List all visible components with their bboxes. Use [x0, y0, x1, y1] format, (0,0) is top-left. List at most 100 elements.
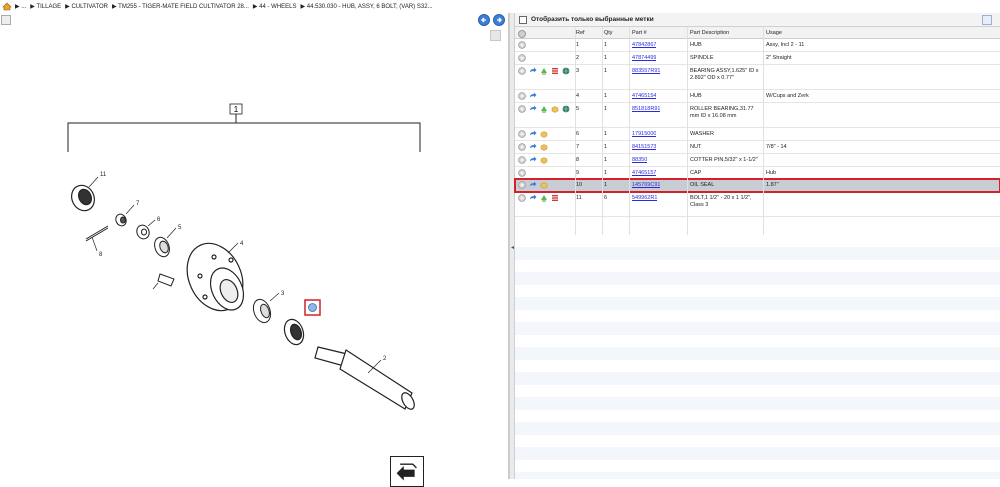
row-part-link[interactable]: 883557R91	[632, 68, 660, 75]
part-5-roller-bearing[interactable]: 5	[152, 225, 182, 259]
breadcrumb-item-wheels[interactable]: ▶ 44 - WHEELS	[253, 3, 297, 10]
part-4-hub[interactable]: 4	[177, 234, 254, 319]
arrow-link-icon[interactable]	[529, 194, 537, 202]
globe-icon[interactable]	[562, 67, 570, 75]
add-circle-icon[interactable]	[518, 105, 526, 113]
parts-list-pane: Отобразить только выбранные метки Ref Qt…	[514, 13, 1000, 479]
part-6-washer[interactable]: 6	[135, 217, 161, 241]
add-circle-icon[interactable]	[518, 169, 526, 177]
selected-callout-10[interactable]	[304, 299, 321, 316]
arrow-link-icon[interactable]	[529, 92, 537, 100]
header-part[interactable]: Part #	[632, 30, 647, 37]
navigate-back-button[interactable]	[390, 456, 424, 487]
table-row[interactable]: 11 6 549962R1 BOLT,1 1/2" - 20 x 1 1/2", Cl…	[515, 192, 1000, 217]
add-circle-icon[interactable]	[518, 54, 526, 62]
row-part-link[interactable]: 47465157	[632, 170, 656, 177]
row-qty: 6	[604, 195, 608, 201]
row-part-link[interactable]: 47842867	[632, 42, 656, 49]
part-7-nut[interactable]: 7	[114, 201, 140, 228]
part-11-bolt[interactable]	[152, 273, 175, 290]
header-usage[interactable]: Usage	[766, 30, 886, 37]
callout-1[interactable]: 1	[229, 103, 243, 115]
print-icon[interactable]	[1, 15, 11, 25]
list-icon[interactable]	[551, 67, 559, 75]
box-icon[interactable]	[540, 156, 548, 164]
add-circle-icon[interactable]	[518, 194, 526, 202]
row-description: OIL SEAL	[690, 182, 715, 188]
row-description: ROLLER BEARING,31.77 mm ID x 16.08 mm	[690, 106, 754, 119]
box-icon[interactable]	[540, 143, 548, 151]
add-circle-icon[interactable]	[518, 41, 526, 49]
add-circle-icon[interactable]	[518, 67, 526, 75]
table-row[interactable]: 2 1 47874499 SPINDLE 2" Straight	[515, 52, 1000, 65]
row-part-link[interactable]: 47465154	[632, 93, 656, 100]
box-icon[interactable]	[540, 130, 548, 138]
add-circle-icon[interactable]	[518, 143, 526, 151]
row-qty: 1	[604, 93, 608, 99]
column-divider	[687, 27, 688, 235]
breadcrumb-item-root[interactable]: ▶ ...	[15, 3, 26, 10]
row-part-link[interactable]: 47874499	[632, 55, 656, 62]
row-part-link[interactable]: 17915000	[632, 131, 656, 138]
row-description: HUB	[690, 42, 702, 48]
breadcrumb-item-cultivator[interactable]: ▶ CULTIVATOR	[65, 3, 108, 10]
export-icon[interactable]	[982, 15, 992, 25]
row-ref: 9	[576, 170, 580, 176]
globe-icon[interactable]	[562, 105, 570, 113]
breadcrumb-item-tillage[interactable]: ▶ TILLAGE	[30, 3, 61, 10]
cart-icon[interactable]	[540, 67, 548, 75]
box-icon[interactable]	[540, 181, 548, 189]
row-part-link[interactable]: 88350	[632, 157, 647, 164]
home-icon[interactable]	[2, 2, 12, 11]
part-10-oil-seal[interactable]	[281, 317, 307, 348]
arrow-link-icon[interactable]	[529, 67, 537, 75]
row-part-link[interactable]: 549962R1	[632, 195, 657, 202]
part-9-cap[interactable]: 11	[68, 172, 107, 214]
arrow-link-icon[interactable]	[529, 181, 537, 189]
table-row-selected[interactable]: 10 1 145769C91 OIL SEAL 1.87"	[514, 178, 1000, 193]
cart-icon[interactable]	[540, 194, 548, 202]
previous-button[interactable]	[478, 14, 490, 26]
arrow-link-icon[interactable]	[529, 156, 537, 164]
row-part-link[interactable]: 851818R91	[632, 106, 660, 113]
table-row[interactable]: 5 1 851818R91 ROLLER BEARING,31.77 mm ID x …	[515, 103, 1000, 128]
table-row[interactable]: 9 1 47465157 CAP Hub	[515, 167, 1000, 179]
row-description: CAP	[690, 170, 702, 176]
header-qty[interactable]: Qty	[604, 30, 613, 37]
row-part-link[interactable]: 145769C91	[632, 182, 660, 189]
row-description: SPINDLE	[690, 55, 714, 61]
arrow-link-icon[interactable]	[529, 105, 537, 113]
add-circle-icon[interactable]	[518, 92, 526, 100]
column-divider	[575, 27, 576, 235]
part-3-bearing-assy[interactable]: 3	[250, 291, 285, 325]
table-row[interactable]: 8 1 88350 COTTER PIN,5/32" x 1-1/2"	[515, 154, 1000, 167]
breadcrumb-item-model[interactable]: ▶ TM255 - TIGER-MATE FIELD CULTIVATOR 28…	[112, 3, 249, 10]
arrow-link-icon[interactable]	[529, 130, 537, 138]
table-row[interactable]: 4 1 47465154 HUB W/Cups and Zerk	[515, 90, 1000, 103]
table-row[interactable]: 3 1 883557R91 BEARING ASSY,1.625" ID x 2.89…	[515, 65, 1000, 90]
cart-icon[interactable]	[540, 105, 548, 113]
row-ref: 6	[576, 131, 580, 137]
list-icon[interactable]	[551, 194, 559, 202]
header-ref[interactable]: Ref	[576, 30, 585, 37]
table-row[interactable]: 1 1 47842867 HUB Assy, Incl 2 - 11	[515, 39, 1000, 52]
arrow-link-icon[interactable]	[529, 143, 537, 151]
add-circle-icon[interactable]	[518, 156, 526, 164]
svg-text:2: 2	[383, 356, 387, 362]
add-circle-icon[interactable]	[518, 130, 526, 138]
table-row[interactable]: 6 1 17915000 WASHER	[515, 128, 1000, 141]
row-description: BEARING ASSY,1.625" ID x 2.892" OD x 0.7…	[690, 68, 759, 81]
select-all-icon[interactable]	[518, 30, 526, 38]
part-2-spindle[interactable]: 2	[314, 346, 417, 411]
arrow-left-icon	[481, 17, 486, 23]
box-icon[interactable]	[551, 105, 559, 113]
table-row[interactable]: 7 1 84151573 NUT 7/8" - 14	[515, 141, 1000, 154]
row-qty: 1	[604, 157, 608, 163]
add-circle-icon[interactable]	[518, 181, 526, 189]
show-selected-only-checkbox[interactable]	[519, 15, 527, 24]
row-actions	[515, 67, 575, 75]
next-button[interactable]	[493, 14, 505, 26]
header-description[interactable]: Part Description	[690, 30, 762, 37]
row-part-link[interactable]: 84151573	[632, 144, 656, 151]
part-8-cotter-pin[interactable]: 8	[85, 225, 109, 258]
